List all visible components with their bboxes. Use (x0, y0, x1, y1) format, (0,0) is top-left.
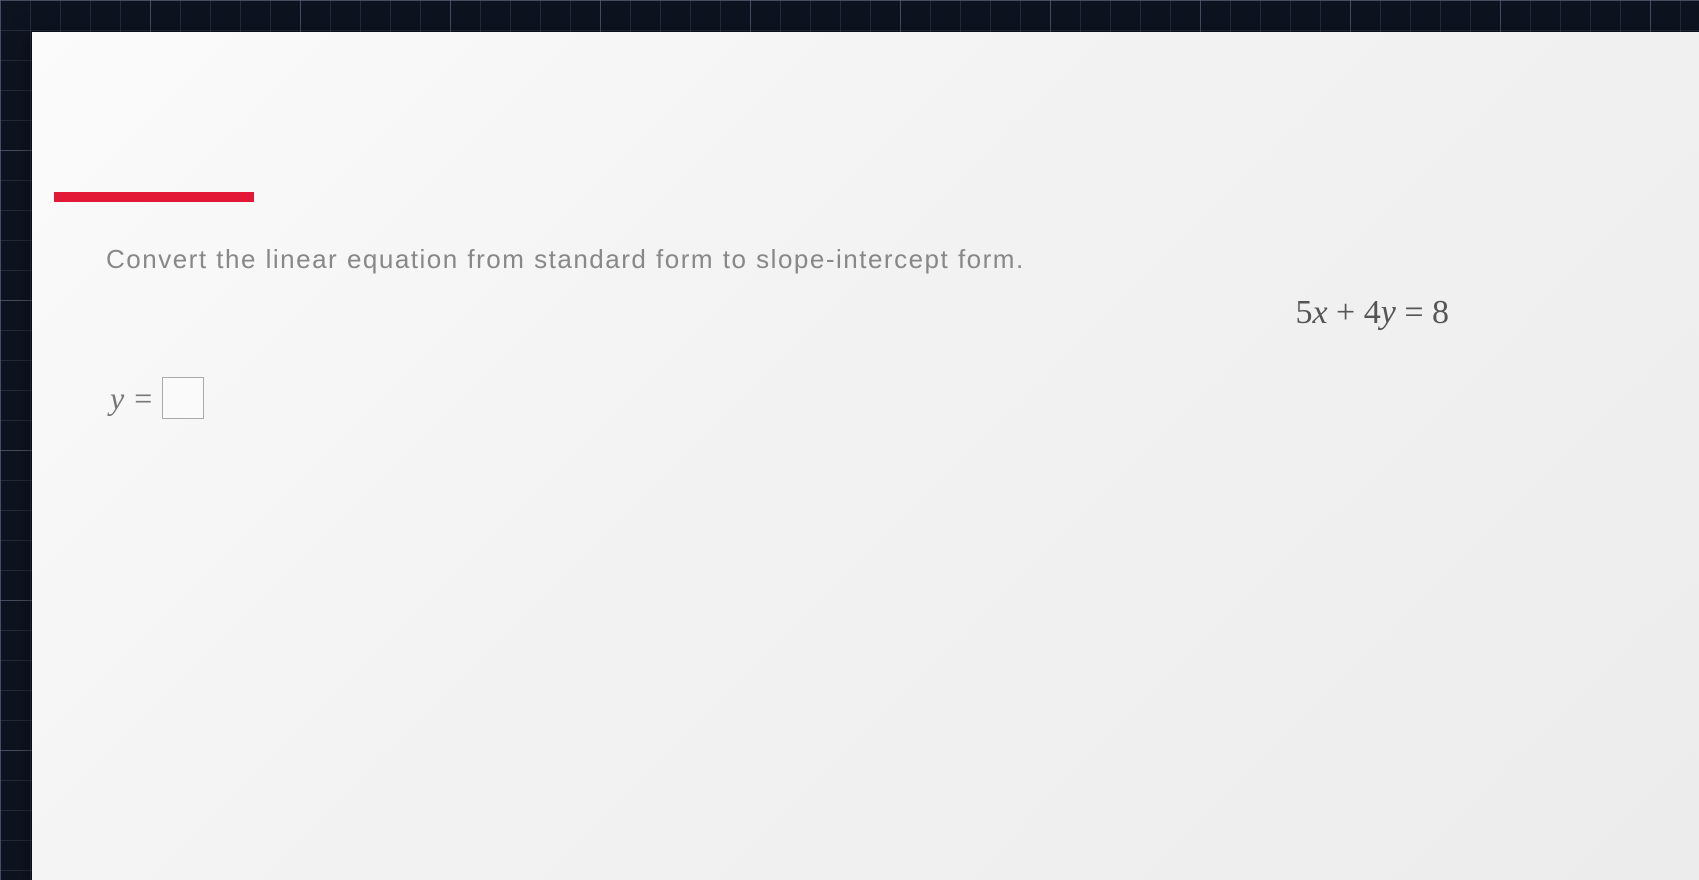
equals-sign: = (1404, 294, 1423, 331)
accent-bar (54, 192, 254, 202)
question-card: Convert the linear equation from standar… (32, 32, 1699, 880)
answer-lhs: y (110, 380, 124, 417)
answer-input[interactable] (162, 377, 204, 419)
coefficient-2: 4 (1364, 294, 1381, 331)
answer-equals: = (134, 380, 152, 417)
answer-row: y = (110, 377, 204, 419)
rhs-value: 8 (1432, 294, 1449, 331)
coefficient-1: 5 (1295, 294, 1312, 331)
given-equation: 5x + 4y = 8 (1295, 294, 1449, 332)
question-prompt: Convert the linear equation from standar… (106, 244, 1025, 275)
plus-operator: + (1336, 294, 1355, 331)
variable-x: x (1312, 294, 1327, 331)
variable-y: y (1381, 294, 1396, 331)
